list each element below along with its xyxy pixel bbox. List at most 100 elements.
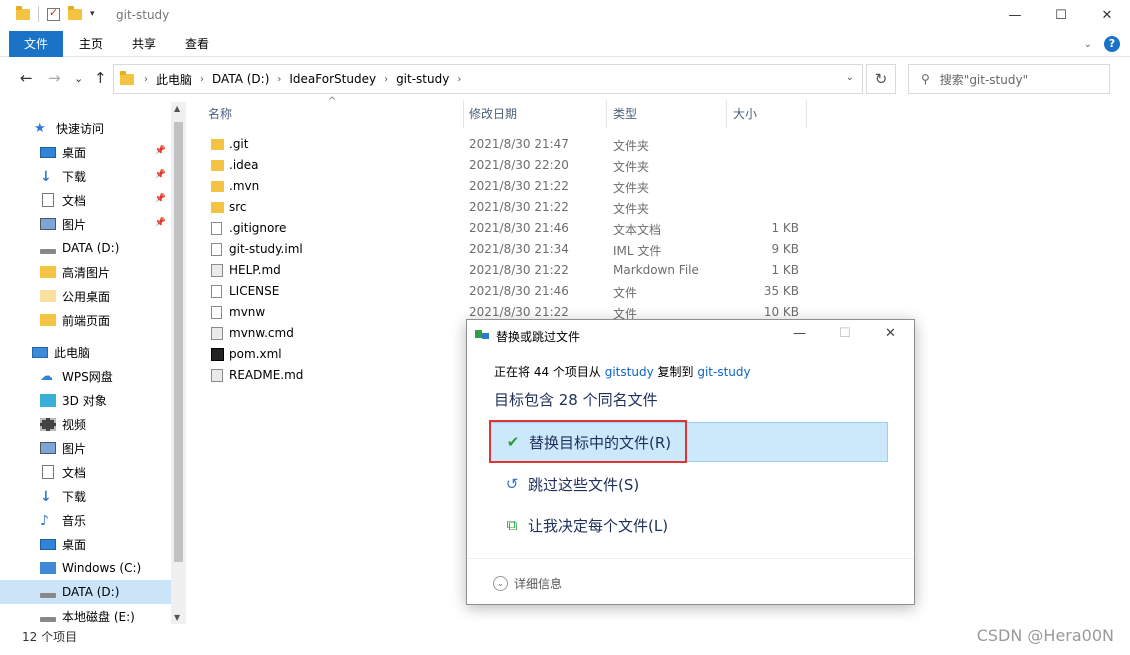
window-controls: — ☐ ✕ [992, 0, 1130, 31]
sidebar-item-quick-access[interactable]: ★ 快速访问 [0, 116, 172, 140]
dialog-minimize-button[interactable]: — [793, 326, 806, 341]
tab-share[interactable]: 共享 [119, 31, 169, 57]
picture-icon [40, 442, 56, 454]
sidebar-item-desktop[interactable]: 桌面 📌 [0, 140, 172, 164]
chevron-right-icon[interactable]: › [200, 74, 204, 85]
sidebar-item-public-desktop[interactable]: 公用桌面 [0, 284, 172, 308]
column-header-date[interactable]: 修改日期 [469, 100, 517, 128]
sidebar-item-label: DATA (D:) [62, 585, 120, 599]
sidebar-item-label: 图片 [62, 217, 87, 232]
folder-icon [211, 181, 224, 192]
sidebar-item-label: 此电脑 [54, 345, 91, 360]
minimize-button[interactable]: — [992, 0, 1038, 31]
tab-view[interactable]: 查看 [172, 31, 222, 57]
sidebar-item-downloads[interactable]: ↓ 下载 📌 [0, 164, 172, 188]
sidebar-item-data-drive[interactable]: DATA (D:) [0, 236, 172, 260]
sidebar-item-frontend-pages[interactable]: 前端页面 [0, 308, 172, 332]
sidebar-item-label: 下载 [62, 169, 87, 184]
copy-info: 正在将 44 个项目从 gitstudy 复制到 git-study [494, 365, 751, 379]
scrollbar-thumb[interactable] [174, 122, 183, 562]
table-row[interactable]: LICENSE 2021/8/30 21:46 文件 35 KB [205, 281, 815, 302]
chevron-right-icon[interactable]: › [277, 74, 281, 85]
sidebar-item-documents[interactable]: 文档 📌 [0, 188, 172, 212]
chevron-right-icon[interactable]: › [457, 74, 461, 85]
file-icon [211, 243, 222, 256]
sidebar-item-desktop-pc[interactable]: 桌面 [0, 532, 172, 556]
scroll-down-icon[interactable]: ▼ [174, 613, 180, 622]
dialog-close-button[interactable]: ✕ [885, 326, 896, 341]
scroll-up-icon[interactable]: ▲ [174, 104, 180, 113]
refresh-button[interactable]: ↻ [866, 64, 896, 94]
recent-locations-button[interactable]: ⌄ [74, 72, 83, 85]
table-row[interactable]: .gitignore 2021/8/30 21:46 文本文档 1 KB [205, 218, 815, 239]
sidebar-item-wps-drive[interactable]: ☁ WPS网盘 [0, 364, 172, 388]
video-icon [40, 417, 56, 431]
table-row[interactable]: src 2021/8/30 21:22 文件夹 [205, 197, 815, 218]
help-icon[interactable]: ? [1104, 36, 1120, 52]
dialog-heading: 目标包含 28 个同名文件 [494, 391, 658, 409]
sidebar-item-label: 本地磁盘 (E:) [62, 609, 135, 624]
copy-files-icon [475, 330, 489, 340]
folder-icon [120, 70, 134, 85]
breadcrumb-git-study[interactable]: git-study [396, 72, 449, 86]
address-dropdown-icon[interactable]: ⌄ [846, 72, 854, 83]
sidebar-scrollbar[interactable]: ▲ ▼ [171, 102, 186, 624]
sidebar-item-label: 桌面 [62, 145, 87, 160]
up-button[interactable]: ↑ [94, 69, 107, 87]
column-header-size[interactable]: 大小 [733, 100, 757, 128]
star-icon: ★ [34, 121, 46, 136]
back-button[interactable]: ← [20, 69, 33, 87]
sidebar-item-windows-drive[interactable]: Windows (C:) [0, 556, 172, 580]
sidebar-item-local-disk-e[interactable]: 本地磁盘 (E:) [0, 604, 172, 624]
sidebar-item-3d-objects[interactable]: 3D 对象 [0, 388, 172, 412]
markdown-file-icon [211, 264, 223, 277]
sidebar-item-label: 桌面 [62, 537, 87, 552]
sidebar-item-label: 快速访问 [56, 121, 105, 136]
table-row[interactable]: .mvn 2021/8/30 21:22 文件夹 [205, 176, 815, 197]
sidebar-item-music[interactable]: ♪ 音乐 [0, 508, 172, 532]
text-file-icon [211, 222, 222, 235]
new-folder-icon[interactable] [68, 5, 82, 20]
more-details-toggle[interactable]: ⌄ 详细信息 [493, 575, 562, 592]
table-row[interactable]: .git 2021/8/30 21:47 文件夹 [205, 134, 815, 155]
close-button[interactable]: ✕ [1084, 0, 1130, 31]
table-row[interactable]: .idea 2021/8/30 22:20 文件夹 [205, 155, 815, 176]
address-bar[interactable]: › 此电脑 › DATA (D:) › IdeaForStudey › git-… [113, 64, 863, 94]
sidebar-item-label: 文档 [62, 193, 87, 208]
source-link[interactable]: gitstudy [605, 365, 654, 379]
tab-home[interactable]: 主页 [66, 31, 116, 57]
sidebar-item-this-pc[interactable]: 此电脑 [0, 340, 172, 364]
decide-icon: ⧉ [506, 516, 518, 534]
sidebar-item-label: WPS网盘 [62, 369, 113, 384]
chevron-right-icon[interactable]: › [384, 74, 388, 85]
sidebar-item-label: DATA (D:) [62, 241, 120, 255]
sidebar-item-downloads-pc[interactable]: ↓ 下载 [0, 484, 172, 508]
breadcrumb-data-drive[interactable]: DATA (D:) [212, 72, 269, 86]
skip-files-button[interactable]: ↺ 跳过这些文件(S) [490, 464, 888, 504]
breadcrumb-this-pc[interactable]: 此电脑 [156, 71, 192, 88]
sidebar-item-pictures-pc[interactable]: 图片 [0, 436, 172, 460]
table-row[interactable]: git-study.iml 2021/8/30 21:34 IML 文件 9 K… [205, 239, 815, 260]
tab-file[interactable]: 文件 [9, 31, 63, 57]
pin-icon: 📌 [154, 146, 166, 156]
folder-icon [40, 290, 56, 302]
dialog-title: 替换或跳过文件 [496, 330, 581, 344]
chevron-down-icon[interactable]: ▾ [90, 9, 95, 19]
chevron-right-icon[interactable]: › [144, 74, 148, 85]
forward-button[interactable]: → [48, 69, 61, 87]
column-header-name[interactable]: 名称 [208, 100, 232, 128]
properties-icon[interactable] [47, 6, 60, 21]
expand-ribbon-icon[interactable]: ⌄ [1084, 39, 1092, 50]
sidebar-item-pictures[interactable]: 图片 📌 [0, 212, 172, 236]
sidebar-item-data-drive-selected[interactable]: DATA (D:) [0, 580, 172, 604]
search-box[interactable]: ⚲ 搜索"git-study" [908, 64, 1110, 94]
sidebar-item-hd-pictures[interactable]: 高清图片 [0, 260, 172, 284]
decide-each-file-button[interactable]: ⧉ 让我决定每个文件(L) [490, 505, 888, 545]
destination-link[interactable]: git-study [697, 365, 750, 379]
maximize-button[interactable]: ☐ [1038, 0, 1084, 31]
table-row[interactable]: HELP.md 2021/8/30 21:22 Markdown File 1 … [205, 260, 815, 281]
sidebar-item-videos[interactable]: 视频 [0, 412, 172, 436]
column-header-type[interactable]: 类型 [613, 100, 637, 128]
breadcrumb-ideaforstudey[interactable]: IdeaForStudey [289, 72, 376, 86]
sidebar-item-documents-pc[interactable]: 文档 [0, 460, 172, 484]
